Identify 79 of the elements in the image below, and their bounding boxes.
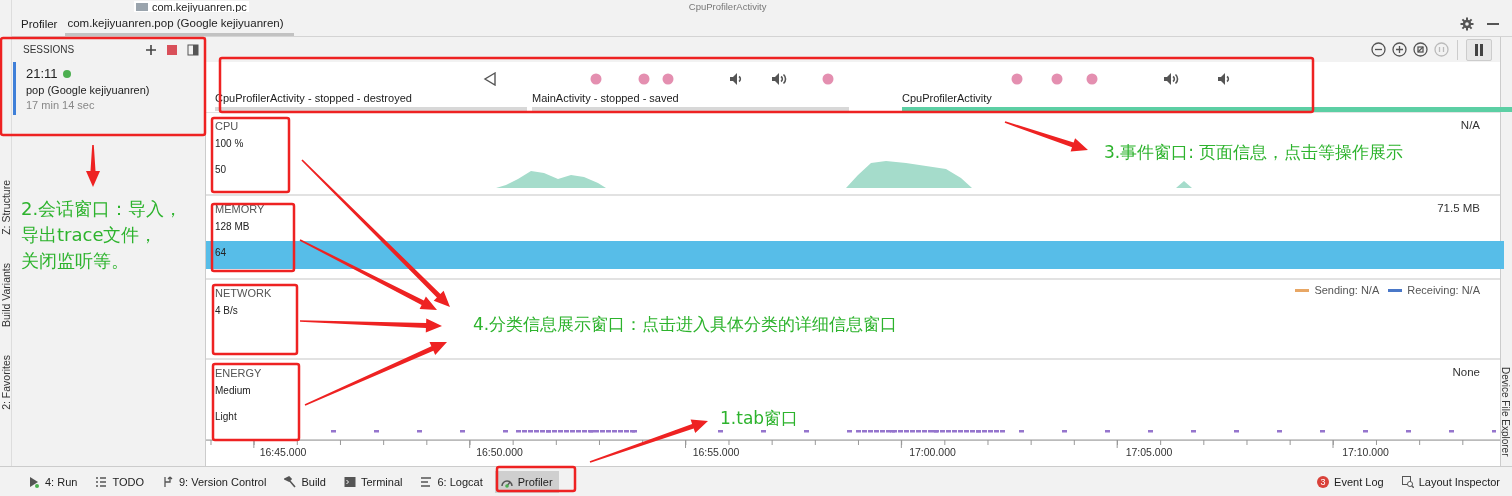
- run-icon: [28, 475, 40, 488]
- tool-window-button[interactable]: 6: Logcat: [414, 470, 489, 493]
- monitor-reading: 71.5 MB: [1437, 202, 1480, 214]
- tool-window-button[interactable]: 9: Version Control: [156, 470, 273, 493]
- time-label: 16:50.000: [476, 446, 523, 458]
- pause-icon: [1474, 43, 1484, 56]
- tool-window-title: Profiler: [20, 17, 59, 32]
- annotation-arrow: [86, 145, 100, 187]
- legend-label: Receiving: N/A: [1407, 284, 1480, 296]
- annotation-note: 1.tab窗口: [720, 407, 799, 430]
- touch-dot-icon: [1086, 73, 1098, 85]
- tab-label: CpuProfilerActivity: [688, 1, 767, 12]
- axis-label: 64: [215, 246, 227, 259]
- time-label: 17:05.000: [1125, 446, 1173, 458]
- side-tool-tab[interactable]: Build Variants: [0, 262, 12, 327]
- time-label: 17:00.000: [909, 446, 956, 458]
- tool-window-button[interactable]: Terminal: [337, 470, 409, 493]
- session-name: pop (Google kejiyuanren): [26, 84, 151, 96]
- inspector-icon: [1401, 475, 1414, 488]
- tree-item: com.kejiyuanren.pc: [152, 0, 247, 12]
- touch-dot-icon: [1051, 73, 1063, 85]
- touch-dot-icon: [662, 73, 674, 85]
- pause-button[interactable]: [1466, 38, 1492, 61]
- speaker-icon: [729, 72, 743, 86]
- touch-dot-icon: [590, 73, 602, 85]
- activity-label: MainActivity - stopped - saved: [532, 92, 679, 105]
- monitor-title: ENERGY: [215, 366, 262, 380]
- session-time: 21:11: [26, 66, 58, 81]
- reset-zoom-icon[interactable]: [1413, 42, 1428, 57]
- time-label: 16:55.000: [692, 446, 740, 458]
- annotation-note: 3.事件窗口: 页面信息，点击等操作展示: [1104, 141, 1404, 164]
- annotation-note: 2.会话窗口：导入， 导出trace文件， 关闭监听等。: [21, 197, 183, 273]
- jump-to-live-icon: [1434, 42, 1449, 57]
- side-tool-tab[interactable]: 2: Favorites: [0, 354, 12, 410]
- axis-label: 4 B/s: [215, 304, 238, 317]
- annotation-note: 4.分类信息展示窗口：点击进入具体分类的详细信息窗口: [473, 313, 898, 336]
- time-label: 16:45.000: [259, 446, 307, 458]
- hammer-icon: [284, 475, 297, 488]
- axis-label: Medium: [215, 384, 251, 397]
- zoom-out-icon[interactable]: [1371, 42, 1386, 57]
- panel-title: SESSIONS: [23, 44, 76, 55]
- axis-label: 128 MB: [215, 220, 250, 233]
- folder-icon: [136, 2, 148, 11]
- monitor-title: CPU: [215, 119, 239, 133]
- tool-window-button[interactable]: Layout Inspector: [1395, 470, 1506, 493]
- add-icon[interactable]: [145, 43, 157, 56]
- speaker-loud-icon: [1163, 72, 1181, 86]
- side-tool-tab[interactable]: Z: Structure: [0, 180, 12, 235]
- back-icon: [483, 72, 497, 86]
- terminal-icon: [343, 475, 356, 488]
- activity-label: CpuProfilerActivity: [902, 92, 992, 105]
- lines-icon: [420, 475, 433, 488]
- session-duration: 17 min 14 sec: [26, 99, 96, 111]
- touch-dot-icon: [1011, 73, 1023, 85]
- axis-label: 100 %: [215, 137, 244, 150]
- legend-label: Sending: N/A: [1314, 284, 1380, 296]
- panel-icon[interactable]: [187, 43, 199, 56]
- speaker-icon: [1217, 72, 1231, 86]
- monitor-title: NETWORK: [215, 286, 272, 300]
- branch-icon: [162, 475, 174, 488]
- axis-label: 50: [215, 163, 227, 176]
- monitor-reading: N/A: [1460, 119, 1480, 131]
- monitor-title: MEMORY: [215, 202, 265, 216]
- tool-window-button[interactable]: Build: [278, 470, 332, 493]
- monitor-reading: None: [1452, 366, 1480, 378]
- stop-icon[interactable]: [166, 43, 178, 56]
- touch-dot-icon: [822, 73, 834, 85]
- tool-window-button[interactable]: 4: Run: [22, 470, 84, 493]
- time-label: 17:10.000: [1342, 446, 1389, 458]
- monitor-panel[interactable]: MEMORY 128 MB 64 71.5 MB: [206, 196, 1500, 280]
- count-badge: 3: [1317, 475, 1330, 488]
- touch-dot-icon: [638, 73, 650, 85]
- tool-window-button[interactable]: 3 Event Log: [1311, 470, 1390, 493]
- speaker-loud-icon: [771, 72, 789, 86]
- zoom-in-icon[interactable]: [1392, 42, 1407, 57]
- list-icon: [95, 475, 108, 488]
- tool-window-button[interactable]: TODO: [89, 470, 150, 493]
- settings-icon[interactable]: [1460, 17, 1474, 31]
- axis-label: Light: [215, 410, 237, 423]
